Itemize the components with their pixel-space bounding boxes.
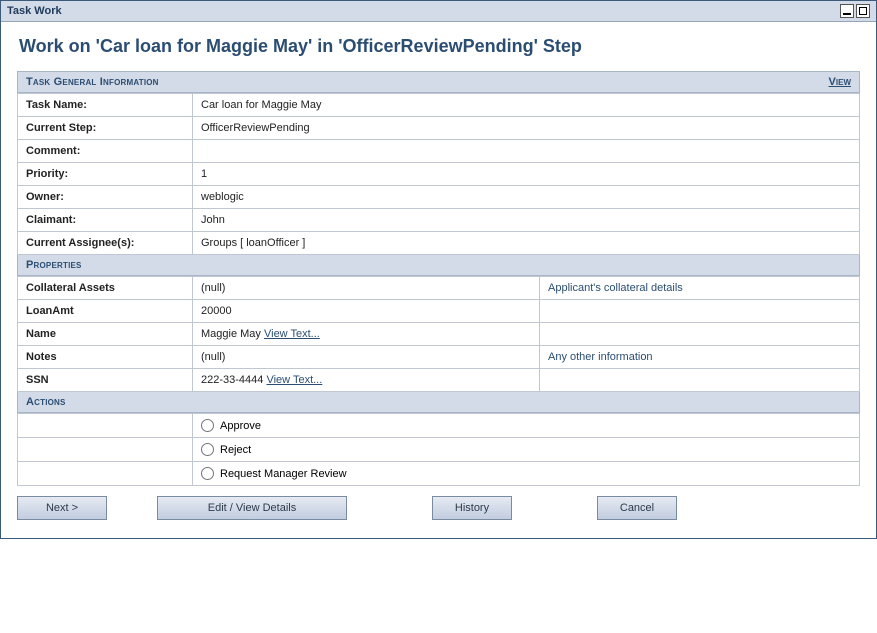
next-button[interactable]: Next > [17, 496, 107, 520]
table-row: Current Assignee(s): Groups [ loanOffice… [18, 232, 860, 255]
label-name: Name [18, 323, 193, 346]
action-spacer [18, 414, 193, 438]
section-title-properties: Properties [26, 259, 82, 271]
desc-loanamt [540, 300, 860, 323]
label-owner: Owner: [18, 186, 193, 209]
label-collateral: Collateral Assets [18, 277, 193, 300]
action-spacer [18, 438, 193, 462]
action-spacer [18, 462, 193, 486]
value-task-name: Car loan for Maggie May [193, 94, 860, 117]
section-title-actions: Actions [26, 396, 66, 408]
label-comment: Comment: [18, 140, 193, 163]
radio-request-label: Request Manager Review [220, 468, 347, 480]
cancel-button[interactable]: Cancel [597, 496, 677, 520]
value-owner: weblogic [193, 186, 860, 209]
value-ssn: 222-33-4444 [201, 374, 263, 386]
portlet-header: Task Work [1, 1, 876, 22]
radio-request-manager-review[interactable]: Request Manager Review [201, 467, 851, 480]
actions-table: Approve Reject Request M [17, 413, 860, 486]
label-notes: Notes [18, 346, 193, 369]
radio-reject-input[interactable] [201, 443, 214, 456]
value-priority: 1 [193, 163, 860, 186]
table-row: Name Maggie May View Text... [18, 323, 860, 346]
label-loanamt: LoanAmt [18, 300, 193, 323]
view-link[interactable]: View [829, 76, 851, 88]
window-controls [840, 4, 870, 18]
table-row: Comment: [18, 140, 860, 163]
radio-reject-label: Reject [220, 444, 251, 456]
view-text-link-ssn[interactable]: View Text... [266, 374, 322, 386]
table-row: Request Manager Review [18, 462, 860, 486]
label-priority: Priority: [18, 163, 193, 186]
section-header-properties: Properties [17, 255, 860, 276]
label-task-name: Task Name: [18, 94, 193, 117]
value-comment [193, 140, 860, 163]
portlet-title: Task Work [7, 5, 62, 17]
desc-collateral: Applicant's collateral details [540, 277, 860, 300]
action-cell-request: Request Manager Review [193, 462, 860, 486]
radio-approve-input[interactable] [201, 419, 214, 432]
value-loanamt: 20000 [193, 300, 540, 323]
table-row: Collateral Assets (null) Applicant's col… [18, 277, 860, 300]
table-row: Task Name: Car loan for Maggie May [18, 94, 860, 117]
desc-ssn [540, 369, 860, 392]
portlet-body: Work on 'Car loan for Maggie May' in 'Of… [1, 22, 876, 538]
value-name-cell: Maggie May View Text... [193, 323, 540, 346]
edit-view-details-button[interactable]: Edit / View Details [157, 496, 347, 520]
value-current-step: OfficerReviewPending [193, 117, 860, 140]
table-row: Priority: 1 [18, 163, 860, 186]
table-row: Current Step: OfficerReviewPending [18, 117, 860, 140]
table-row: Owner: weblogic [18, 186, 860, 209]
value-name: Maggie May [201, 328, 261, 340]
label-assignees: Current Assignee(s): [18, 232, 193, 255]
maximize-icon[interactable] [856, 4, 870, 18]
label-current-step: Current Step: [18, 117, 193, 140]
table-row: Reject [18, 438, 860, 462]
radio-request-input[interactable] [201, 467, 214, 480]
general-info-table: Task Name: Car loan for Maggie May Curre… [17, 93, 860, 255]
view-text-link-name[interactable]: View Text... [264, 328, 320, 340]
desc-name [540, 323, 860, 346]
value-claimant: John [193, 209, 860, 232]
section-title-general: Task General Information [26, 76, 159, 88]
table-row: Claimant: John [18, 209, 860, 232]
page-title: Work on 'Car loan for Maggie May' in 'Of… [19, 36, 860, 57]
radio-approve-label: Approve [220, 420, 261, 432]
section-header-actions: Actions [17, 392, 860, 413]
task-work-portlet: Task Work Work on 'Car loan for Maggie M… [0, 0, 877, 539]
value-ssn-cell: 222-33-4444 View Text... [193, 369, 540, 392]
history-button[interactable]: History [432, 496, 512, 520]
value-notes: (null) [193, 346, 540, 369]
value-collateral: (null) [193, 277, 540, 300]
action-cell-reject: Reject [193, 438, 860, 462]
table-row: Approve [18, 414, 860, 438]
table-row: SSN 222-33-4444 View Text... [18, 369, 860, 392]
properties-table: Collateral Assets (null) Applicant's col… [17, 276, 860, 392]
radio-reject[interactable]: Reject [201, 443, 851, 456]
radio-approve[interactable]: Approve [201, 419, 851, 432]
label-claimant: Claimant: [18, 209, 193, 232]
action-cell-approve: Approve [193, 414, 860, 438]
value-assignees: Groups [ loanOfficer ] [193, 232, 860, 255]
section-header-general: Task General Information View [17, 71, 860, 93]
table-row: LoanAmt 20000 [18, 300, 860, 323]
button-bar: Next > Edit / View Details History Cance… [17, 496, 860, 520]
label-ssn: SSN [18, 369, 193, 392]
desc-notes: Any other information [540, 346, 860, 369]
minimize-icon[interactable] [840, 4, 854, 18]
table-row: Notes (null) Any other information [18, 346, 860, 369]
